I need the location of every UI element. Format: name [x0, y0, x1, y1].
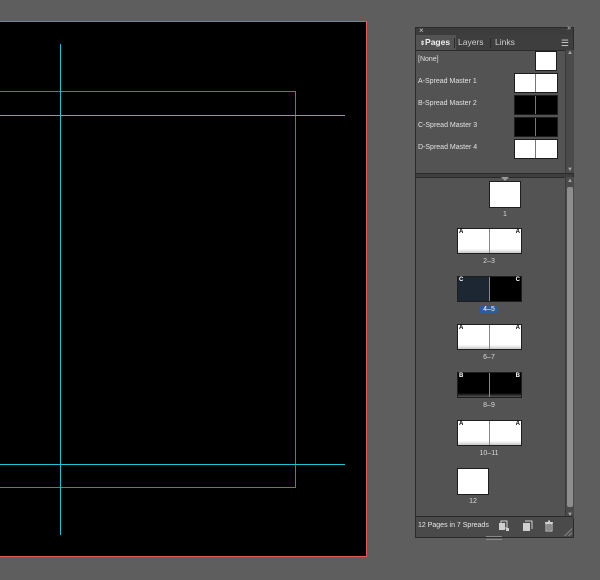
horizontal-ruler-guide-top[interactable] — [0, 115, 345, 116]
pages-scrollbar[interactable]: ▲ ▼ — [565, 177, 574, 518]
tab-pages[interactable]: ⇕Pages — [416, 35, 456, 50]
spread-thumbnail-4-5[interactable]: C C — [457, 276, 522, 302]
close-icon[interactable]: × — [419, 26, 424, 35]
master-thumbnail — [514, 73, 558, 93]
collapse-panel-icon[interactable]: » — [567, 25, 571, 32]
resize-grip-icon[interactable] — [564, 528, 572, 536]
master-thumbnail — [514, 139, 558, 159]
spread-thumbnail-6-7[interactable]: A A — [457, 324, 522, 350]
pages-panel: × » ⇕Pages Layers Links ☰ [None] A-Sprea… — [415, 25, 574, 540]
scroll-up-icon[interactable]: ▲ — [567, 50, 573, 56]
master-thumbnail — [535, 51, 557, 71]
spread-label: 8–9 — [483, 402, 495, 409]
page-thumbnail-12[interactable] — [457, 468, 489, 495]
spread-thumbnail-8-9[interactable]: B B — [457, 372, 522, 398]
master-item-d[interactable]: D-Spread Master 4 — [416, 138, 566, 160]
master-item-none[interactable]: [None] — [416, 50, 566, 72]
spread-label: 2–3 — [483, 258, 495, 265]
master-item-b[interactable]: B-Spread Master 2 — [416, 94, 566, 116]
page-thumbnail-1[interactable] — [489, 181, 521, 208]
master-item-a[interactable]: A-Spread Master 1 — [416, 72, 566, 94]
masters-scrollbar[interactable]: ▲ ▼ — [565, 50, 574, 173]
panel-menu-icon[interactable]: ☰ — [561, 38, 569, 49]
spread-thumbnail-10-11[interactable]: A A — [457, 420, 522, 446]
panel-title-bar[interactable]: × » — [416, 25, 573, 35]
panel-tab-bar: ⇕Pages Layers Links ☰ — [416, 35, 573, 51]
master-thumbnail — [514, 95, 558, 115]
scroll-up-icon[interactable]: ▲ — [567, 178, 573, 184]
spread-label: 12 — [469, 498, 477, 505]
spread-label: 1 — [503, 211, 507, 218]
edit-page-size-icon[interactable] — [498, 520, 510, 532]
new-page-icon[interactable] — [521, 520, 533, 532]
page-count-status: 12 Pages in 7 Spreads — [418, 522, 489, 529]
master-thumbnail — [514, 117, 558, 137]
master-item-c[interactable]: C-Spread Master 3 — [416, 116, 566, 138]
spread-label-selected: 4–5 — [480, 306, 498, 313]
spread-thumbnail-2-3[interactable]: A A — [457, 228, 522, 254]
pages-list: 1 A A 2–3 C C 4–5 A A 6–7 B B 8–9 A A 10… — [416, 177, 566, 518]
margin-guides — [0, 91, 296, 488]
vertical-ruler-guide[interactable] — [60, 44, 61, 535]
spread-label: 6–7 — [483, 354, 495, 361]
horizontal-ruler-guide-bottom[interactable] — [0, 464, 345, 465]
spread-label: 10–11 — [479, 450, 499, 457]
tab-layers[interactable]: Layers — [454, 35, 488, 50]
tab-links[interactable]: Links — [491, 35, 519, 50]
document-canvas[interactable] — [0, 21, 367, 557]
scroll-thumb[interactable] — [567, 187, 573, 507]
panel-drag-grip[interactable] — [486, 536, 502, 540]
trash-icon[interactable] — [543, 520, 555, 532]
panel-footer: 12 Pages in 7 Spreads — [416, 516, 573, 537]
masters-list: [None] A-Spread Master 1 B-Spread Master… — [416, 50, 566, 173]
